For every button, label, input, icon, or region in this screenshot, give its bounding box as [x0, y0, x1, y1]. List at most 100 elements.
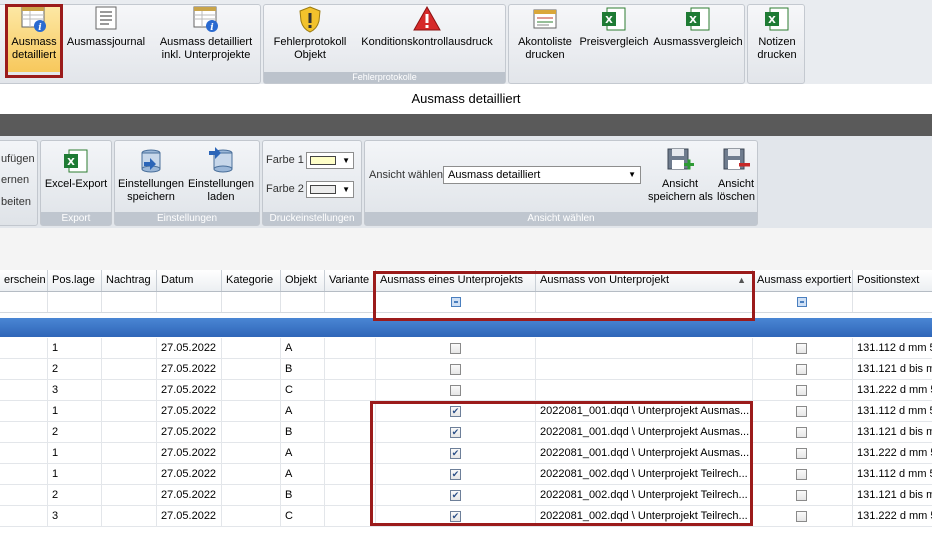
cell-ausmass-von-unterprojekt[interactable]	[536, 380, 753, 400]
column-header-erschein[interactable]: erschein	[0, 270, 48, 291]
checkbox-unchecked[interactable]	[796, 406, 807, 417]
cell-objekt[interactable]: A	[281, 464, 325, 484]
checkbox-unchecked[interactable]	[796, 343, 807, 354]
cell-objekt[interactable]: A	[281, 401, 325, 421]
checkbox-unchecked[interactable]	[796, 385, 807, 396]
checkbox-unchecked[interactable]	[796, 511, 807, 522]
cell-datum[interactable]: 27.05.2022	[157, 506, 222, 526]
checkbox-unchecked[interactable]	[796, 490, 807, 501]
column-header-pos-lage[interactable]: Pos.lage	[48, 270, 102, 291]
cell-variante[interactable]	[325, 401, 376, 421]
cell-pos-lage[interactable]: 3	[48, 380, 102, 400]
column-header-datum[interactable]: Datum	[157, 270, 222, 291]
cell-nachtrag[interactable]	[102, 401, 157, 421]
cell-erschein[interactable]	[0, 359, 48, 379]
checkbox-unchecked[interactable]	[450, 385, 461, 396]
cell-datum[interactable]: 27.05.2022	[157, 485, 222, 505]
cell-erschein[interactable]	[0, 380, 48, 400]
menu-item-bearbeiten[interactable]: beiten	[1, 196, 31, 208]
preisvergleich-button[interactable]: X Preisvergleich	[578, 4, 650, 49]
cell-erschein[interactable]	[0, 485, 48, 505]
cell-datum[interactable]: 27.05.2022	[157, 359, 222, 379]
cell-erschein[interactable]	[0, 506, 48, 526]
cell-variante[interactable]	[325, 422, 376, 442]
notizen-drucken-button[interactable]: X Notizen drucken	[750, 4, 804, 62]
farbe1-picker[interactable]: ▼	[306, 152, 354, 169]
cell-objekt[interactable]: B	[281, 422, 325, 442]
cell-ausmass-exportiert[interactable]	[753, 359, 853, 379]
cell-kategorie[interactable]	[222, 338, 281, 358]
cell-nachtrag[interactable]	[102, 443, 157, 463]
ansicht-speichern-als-button[interactable]: Ansicht speichern als	[648, 146, 713, 204]
cell-variante[interactable]	[325, 485, 376, 505]
cell-nachtrag[interactable]	[102, 422, 157, 442]
cell-ausmass-exportiert[interactable]	[753, 401, 853, 421]
cell-nachtrag[interactable]	[102, 485, 157, 505]
einstellungen-speichern-button[interactable]: Einstellungen speichern	[117, 146, 185, 204]
cell-nachtrag[interactable]	[102, 380, 157, 400]
column-header-kategorie[interactable]: Kategorie	[222, 270, 281, 291]
cell-ausmass-exportiert[interactable]	[753, 506, 853, 526]
cell-nachtrag[interactable]	[102, 506, 157, 526]
cell-datum[interactable]: 27.05.2022	[157, 422, 222, 442]
cell-variante[interactable]	[325, 506, 376, 526]
checkbox-unchecked[interactable]	[796, 469, 807, 480]
checkbox-unchecked[interactable]	[450, 343, 461, 354]
cell-objekt[interactable]: C	[281, 380, 325, 400]
cell-positionstext[interactable]: 131.222 d mm 5	[853, 443, 932, 463]
table-row[interactable]: 2 27.05.2022 B 131.121 d bis m	[0, 359, 932, 380]
filter-cell[interactable]	[281, 292, 325, 312]
cell-ausmass-eines-unterprojekts[interactable]	[376, 359, 536, 379]
cell-objekt[interactable]: B	[281, 485, 325, 505]
cell-positionstext[interactable]: 131.121 d bis m	[853, 359, 932, 379]
excel-export-button[interactable]: X Excel-Export	[43, 146, 109, 191]
cell-ausmass-exportiert[interactable]	[753, 380, 853, 400]
cell-positionstext[interactable]: 131.112 d mm 5	[853, 401, 932, 421]
cell-ausmass-exportiert[interactable]	[753, 443, 853, 463]
cell-kategorie[interactable]	[222, 401, 281, 421]
column-header-objekt[interactable]: Objekt	[281, 270, 325, 291]
checkbox-unchecked[interactable]	[450, 364, 461, 375]
filter-cell[interactable]	[222, 292, 281, 312]
column-header-positionstext[interactable]: Positionstext	[853, 270, 932, 291]
cell-pos-lage[interactable]: 1	[48, 443, 102, 463]
cell-ausmass-eines-unterprojekts[interactable]	[376, 338, 536, 358]
konditionskontrollausdruck-button[interactable]: Konditionskontrollausdruck	[353, 4, 501, 49]
filter-cell[interactable]	[853, 292, 932, 312]
menu-item-entfernen[interactable]: ernen	[1, 174, 29, 186]
cell-datum[interactable]: 27.05.2022	[157, 401, 222, 421]
checkbox-unchecked[interactable]	[796, 364, 807, 375]
akontoliste-drucken-button[interactable]: Akontoliste drucken	[512, 4, 578, 62]
cell-erschein[interactable]	[0, 464, 48, 484]
farbe2-picker[interactable]: ▼	[306, 181, 354, 198]
cell-variante[interactable]	[325, 443, 376, 463]
column-header-variante[interactable]: Variante	[325, 270, 376, 291]
column-header-nachtrag[interactable]: Nachtrag	[102, 270, 157, 291]
cell-nachtrag[interactable]	[102, 359, 157, 379]
cell-ausmass-eines-unterprojekts[interactable]	[376, 380, 536, 400]
cell-positionstext[interactable]: 131.121 d bis m	[853, 422, 932, 442]
cell-pos-lage[interactable]: 2	[48, 359, 102, 379]
menu-item-einfuegen[interactable]: ufügen	[1, 153, 35, 165]
cell-kategorie[interactable]	[222, 380, 281, 400]
cell-ausmass-exportiert[interactable]	[753, 464, 853, 484]
cell-ausmass-exportiert[interactable]	[753, 485, 853, 505]
cell-positionstext[interactable]: 131.112 d mm 5	[853, 338, 932, 358]
cell-positionstext[interactable]: 131.222 d mm 5	[853, 506, 932, 526]
cell-objekt[interactable]: A	[281, 443, 325, 463]
cell-erschein[interactable]	[0, 401, 48, 421]
filter-cell[interactable]	[48, 292, 102, 312]
checkbox-unchecked[interactable]	[796, 448, 807, 459]
cell-ausmass-exportiert[interactable]	[753, 422, 853, 442]
filter-cell[interactable]	[102, 292, 157, 312]
cell-kategorie[interactable]	[222, 506, 281, 526]
checkbox-unchecked[interactable]	[796, 427, 807, 438]
column-header-ausmass-exportiert[interactable]: Ausmass exportiert	[753, 270, 853, 291]
cell-positionstext[interactable]: 131.121 d bis m	[853, 485, 932, 505]
filter-cell[interactable]	[157, 292, 222, 312]
cell-positionstext[interactable]: 131.222 d mm 5	[853, 380, 932, 400]
cell-objekt[interactable]: A	[281, 338, 325, 358]
cell-pos-lage[interactable]: 3	[48, 506, 102, 526]
cell-nachtrag[interactable]	[102, 464, 157, 484]
cell-objekt[interactable]: C	[281, 506, 325, 526]
